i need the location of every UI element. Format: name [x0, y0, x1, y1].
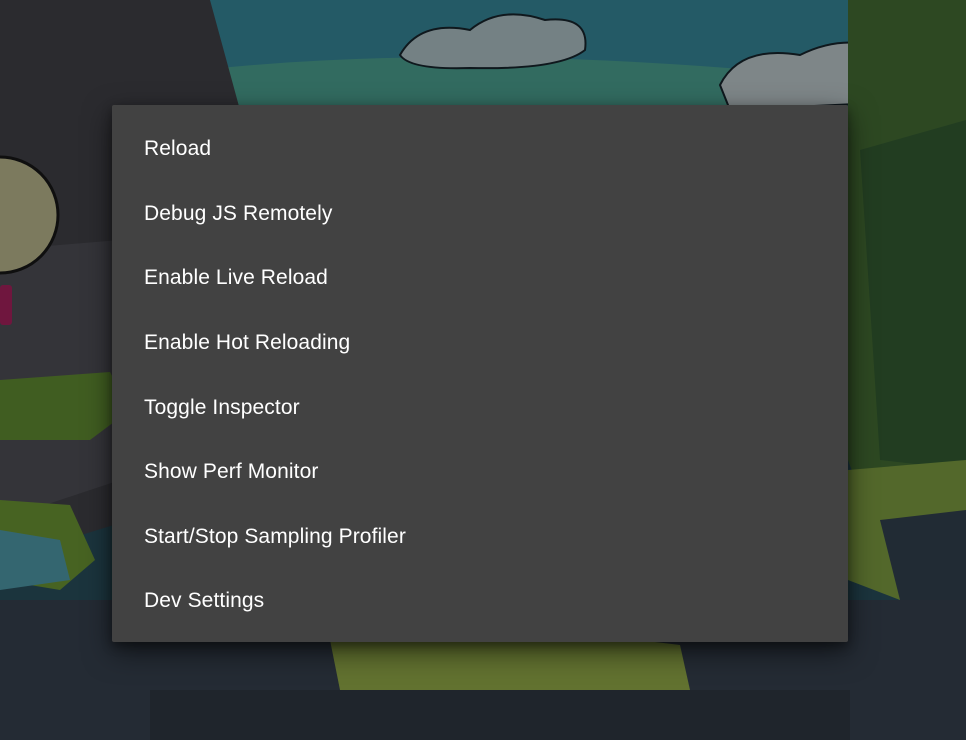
menu-item-dev-settings[interactable]: Dev Settings: [112, 569, 848, 634]
menu-item-label: Show Perf Monitor: [144, 460, 319, 484]
menu-item-toggle-inspector[interactable]: Toggle Inspector: [112, 375, 848, 440]
menu-item-sampling-profiler[interactable]: Start/Stop Sampling Profiler: [112, 505, 848, 570]
menu-item-label: Reload: [144, 137, 212, 161]
menu-item-label: Enable Live Reload: [144, 266, 328, 290]
menu-item-label: Toggle Inspector: [144, 395, 300, 419]
menu-item-debug-js-remotely[interactable]: Debug JS Remotely: [112, 182, 848, 247]
menu-item-show-perf-monitor[interactable]: Show Perf Monitor: [112, 440, 848, 505]
menu-item-enable-live-reload[interactable]: Enable Live Reload: [112, 246, 848, 311]
dev-menu-dialog: Reload Debug JS Remotely Enable Live Rel…: [112, 105, 848, 642]
menu-item-reload[interactable]: Reload: [112, 117, 848, 182]
menu-item-label: Enable Hot Reloading: [144, 331, 351, 355]
menu-item-label: Start/Stop Sampling Profiler: [144, 524, 406, 548]
menu-item-label: Dev Settings: [144, 589, 265, 613]
menu-item-label: Debug JS Remotely: [144, 201, 333, 225]
menu-item-enable-hot-reloading[interactable]: Enable Hot Reloading: [112, 311, 848, 376]
app-screen: Reload Debug JS Remotely Enable Live Rel…: [0, 0, 966, 740]
